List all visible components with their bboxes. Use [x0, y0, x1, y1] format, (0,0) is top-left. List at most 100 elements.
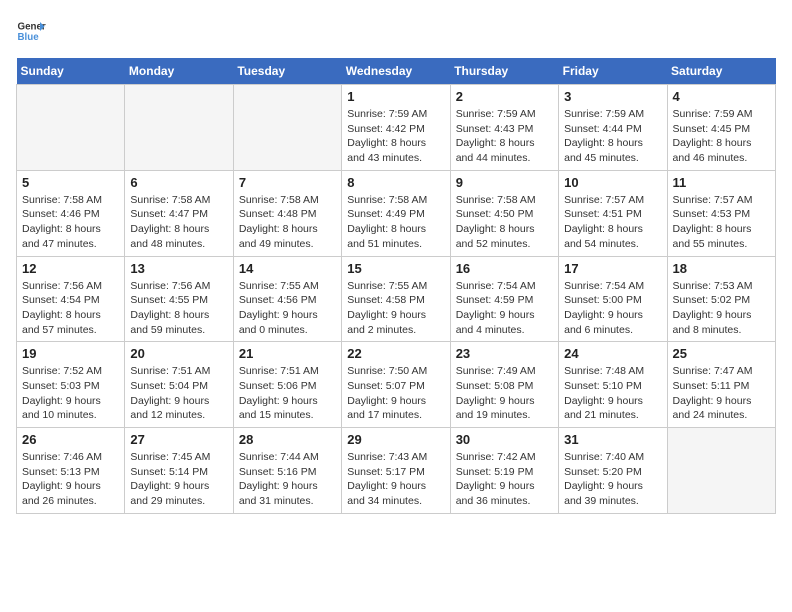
- day-info: Sunrise: 7:43 AM Sunset: 5:17 PM Dayligh…: [347, 450, 444, 509]
- day-info: Sunrise: 7:51 AM Sunset: 5:04 PM Dayligh…: [130, 364, 227, 423]
- weekday-header-tuesday: Tuesday: [233, 58, 341, 85]
- day-info: Sunrise: 7:44 AM Sunset: 5:16 PM Dayligh…: [239, 450, 336, 509]
- day-info: Sunrise: 7:59 AM Sunset: 4:45 PM Dayligh…: [673, 107, 770, 166]
- day-number: 18: [673, 261, 770, 276]
- calendar-cell: 9 Sunrise: 7:58 AM Sunset: 4:50 PM Daylig…: [450, 170, 558, 256]
- day-info: Sunrise: 7:45 AM Sunset: 5:14 PM Dayligh…: [130, 450, 227, 509]
- calendar-cell: [667, 428, 775, 514]
- day-info: Sunrise: 7:46 AM Sunset: 5:13 PM Dayligh…: [22, 450, 119, 509]
- calendar-week-4: 19 Sunrise: 7:52 AM Sunset: 5:03 PM Dayli…: [17, 342, 776, 428]
- calendar-cell: 23 Sunrise: 7:49 AM Sunset: 5:08 PM Dayli…: [450, 342, 558, 428]
- calendar-cell: 2 Sunrise: 7:59 AM Sunset: 4:43 PM Daylig…: [450, 85, 558, 171]
- day-number: 22: [347, 346, 444, 361]
- calendar-cell: 31 Sunrise: 7:40 AM Sunset: 5:20 PM Dayli…: [559, 428, 667, 514]
- day-number: 2: [456, 89, 553, 104]
- day-info: Sunrise: 7:54 AM Sunset: 4:59 PM Dayligh…: [456, 279, 553, 338]
- calendar-cell: 15 Sunrise: 7:55 AM Sunset: 4:58 PM Dayli…: [342, 256, 450, 342]
- day-info: Sunrise: 7:52 AM Sunset: 5:03 PM Dayligh…: [22, 364, 119, 423]
- day-number: 9: [456, 175, 553, 190]
- calendar-cell: 10 Sunrise: 7:57 AM Sunset: 4:51 PM Dayli…: [559, 170, 667, 256]
- day-number: 23: [456, 346, 553, 361]
- day-info: Sunrise: 7:53 AM Sunset: 5:02 PM Dayligh…: [673, 279, 770, 338]
- day-number: 28: [239, 432, 336, 447]
- calendar-cell: 14Sunrise: 7:55 AM Sunset: 4:56 PM Dayli…: [233, 256, 341, 342]
- day-number: 25: [673, 346, 770, 361]
- weekday-header-thursday: Thursday: [450, 58, 558, 85]
- day-info: Sunrise: 7:59 AM Sunset: 4:43 PM Dayligh…: [456, 107, 553, 166]
- calendar-cell: 25 Sunrise: 7:47 AM Sunset: 5:11 PM Dayli…: [667, 342, 775, 428]
- day-info: Sunrise: 7:59 AM Sunset: 4:42 PM Dayligh…: [347, 107, 444, 166]
- calendar-cell: 13 Sunrise: 7:56 AM Sunset: 4:55 PM Dayli…: [125, 256, 233, 342]
- calendar-cell: [233, 85, 341, 171]
- day-number: 26: [22, 432, 119, 447]
- day-info: Sunrise: 7:57 AM Sunset: 4:51 PM Dayligh…: [564, 193, 661, 252]
- day-number: 27: [130, 432, 227, 447]
- day-number: 4: [673, 89, 770, 104]
- calendar-cell: 30 Sunrise: 7:42 AM Sunset: 5:19 PM Dayli…: [450, 428, 558, 514]
- day-info: Sunrise: 7:54 AM Sunset: 5:00 PM Dayligh…: [564, 279, 661, 338]
- day-info: Sunrise: 7:58 AM Sunset: 4:48 PM Dayligh…: [239, 193, 336, 252]
- calendar-cell: 20 Sunrise: 7:51 AM Sunset: 5:04 PM Dayli…: [125, 342, 233, 428]
- day-number: 5: [22, 175, 119, 190]
- logo-icon: General Blue: [16, 16, 46, 46]
- day-info: Sunrise: 7:40 AM Sunset: 5:20 PM Dayligh…: [564, 450, 661, 509]
- day-number: 8: [347, 175, 444, 190]
- weekday-header-friday: Friday: [559, 58, 667, 85]
- day-info: Sunrise: 7:59 AM Sunset: 4:44 PM Dayligh…: [564, 107, 661, 166]
- calendar-week-3: 12 Sunrise: 7:56 AM Sunset: 4:54 PM Dayli…: [17, 256, 776, 342]
- calendar-cell: 21 Sunrise: 7:51 AM Sunset: 5:06 PM Dayli…: [233, 342, 341, 428]
- day-number: 10: [564, 175, 661, 190]
- day-info: Sunrise: 7:55 AM Sunset: 4:58 PM Dayligh…: [347, 279, 444, 338]
- day-info: Sunrise: 7:56 AM Sunset: 4:55 PM Dayligh…: [130, 279, 227, 338]
- calendar-week-2: 5Sunrise: 7:58 AM Sunset: 4:46 PM Daylig…: [17, 170, 776, 256]
- day-number: 19: [22, 346, 119, 361]
- day-number: 16: [456, 261, 553, 276]
- weekday-header-monday: Monday: [125, 58, 233, 85]
- day-number: 7: [239, 175, 336, 190]
- calendar-cell: 7 Sunrise: 7:58 AM Sunset: 4:48 PM Daylig…: [233, 170, 341, 256]
- svg-text:Blue: Blue: [18, 32, 40, 43]
- calendar-cell: 29 Sunrise: 7:43 AM Sunset: 5:17 PM Dayli…: [342, 428, 450, 514]
- calendar-week-1: 1 Sunrise: 7:59 AM Sunset: 4:42 PM Daylig…: [17, 85, 776, 171]
- weekday-header-saturday: Saturday: [667, 58, 775, 85]
- logo: General Blue: [16, 16, 46, 46]
- calendar-cell: 11Sunrise: 7:57 AM Sunset: 4:53 PM Dayli…: [667, 170, 775, 256]
- day-number: 30: [456, 432, 553, 447]
- calendar-cell: 1 Sunrise: 7:59 AM Sunset: 4:42 PM Daylig…: [342, 85, 450, 171]
- day-info: Sunrise: 7:57 AM Sunset: 4:53 PM Dayligh…: [673, 193, 770, 252]
- calendar-table: SundayMondayTuesdayWednesdayThursdayFrid…: [16, 58, 776, 514]
- weekday-header-sunday: Sunday: [17, 58, 125, 85]
- calendar-cell: 12 Sunrise: 7:56 AM Sunset: 4:54 PM Dayli…: [17, 256, 125, 342]
- day-number: 31: [564, 432, 661, 447]
- day-info: Sunrise: 7:58 AM Sunset: 4:50 PM Dayligh…: [456, 193, 553, 252]
- day-info: Sunrise: 7:48 AM Sunset: 5:10 PM Dayligh…: [564, 364, 661, 423]
- day-info: Sunrise: 7:42 AM Sunset: 5:19 PM Dayligh…: [456, 450, 553, 509]
- weekday-header-wednesday: Wednesday: [342, 58, 450, 85]
- calendar-cell: 17 Sunrise: 7:54 AM Sunset: 5:00 PM Dayli…: [559, 256, 667, 342]
- day-info: Sunrise: 7:47 AM Sunset: 5:11 PM Dayligh…: [673, 364, 770, 423]
- day-number: 12: [22, 261, 119, 276]
- day-info: Sunrise: 7:56 AM Sunset: 4:54 PM Dayligh…: [22, 279, 119, 338]
- calendar-cell: 6 Sunrise: 7:58 AM Sunset: 4:47 PM Daylig…: [125, 170, 233, 256]
- day-info: Sunrise: 7:51 AM Sunset: 5:06 PM Dayligh…: [239, 364, 336, 423]
- calendar-cell: 3 Sunrise: 7:59 AM Sunset: 4:44 PM Daylig…: [559, 85, 667, 171]
- calendar-cell: 26 Sunrise: 7:46 AM Sunset: 5:13 PM Dayli…: [17, 428, 125, 514]
- day-number: 3: [564, 89, 661, 104]
- day-number: 6: [130, 175, 227, 190]
- calendar-cell: [125, 85, 233, 171]
- day-info: Sunrise: 7:49 AM Sunset: 5:08 PM Dayligh…: [456, 364, 553, 423]
- day-number: 1: [347, 89, 444, 104]
- day-number: 17: [564, 261, 661, 276]
- calendar-cell: 4 Sunrise: 7:59 AM Sunset: 4:45 PM Daylig…: [667, 85, 775, 171]
- day-number: 20: [130, 346, 227, 361]
- calendar-cell: 19 Sunrise: 7:52 AM Sunset: 5:03 PM Dayli…: [17, 342, 125, 428]
- day-info: Sunrise: 7:58 AM Sunset: 4:49 PM Dayligh…: [347, 193, 444, 252]
- day-number: 29: [347, 432, 444, 447]
- calendar-cell: [17, 85, 125, 171]
- day-info: Sunrise: 7:58 AM Sunset: 4:47 PM Dayligh…: [130, 193, 227, 252]
- day-number: 13: [130, 261, 227, 276]
- day-number: 21: [239, 346, 336, 361]
- day-number: 14: [239, 261, 336, 276]
- calendar-cell: 5Sunrise: 7:58 AM Sunset: 4:46 PM Daylig…: [17, 170, 125, 256]
- day-number: 15: [347, 261, 444, 276]
